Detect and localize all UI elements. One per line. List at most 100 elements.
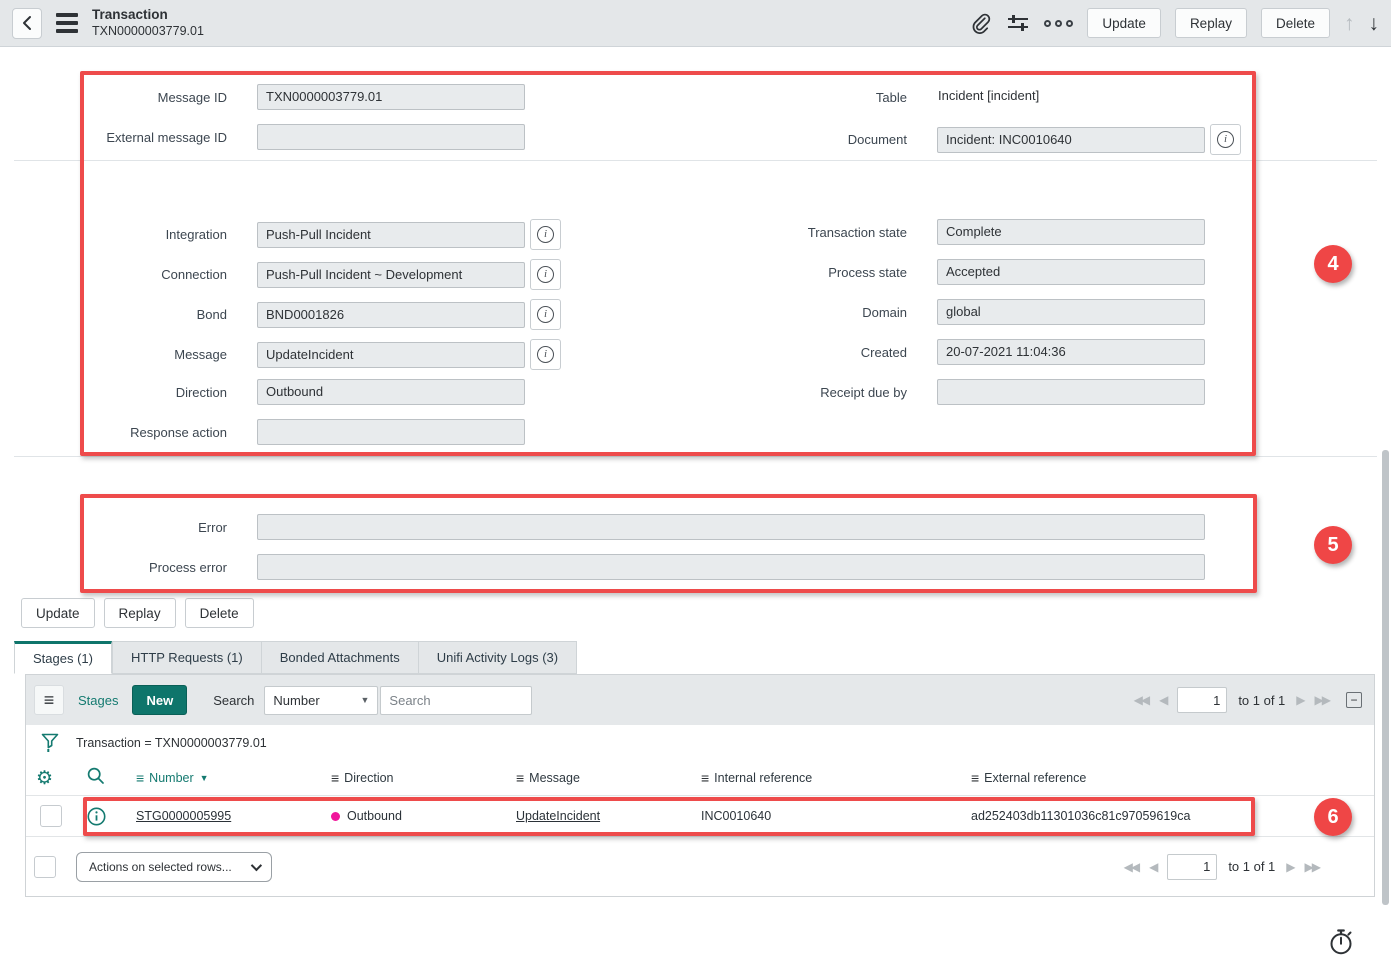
personalize-form-icon[interactable]: [1006, 12, 1030, 34]
list-pagination-top: ◀◀ ◀ to 1 of 1 ▶ ▶▶ −: [1134, 687, 1362, 713]
external-message-id-label: External message ID: [0, 130, 227, 145]
domain-field[interactable]: global: [937, 299, 1205, 325]
bond-info-button[interactable]: i: [530, 299, 561, 330]
connection-field[interactable]: Push-Pull Incident ~ Development: [257, 262, 525, 288]
column-menu-icon: ≡: [136, 770, 144, 786]
field-row-message: Message UpdateIncident i: [0, 339, 561, 370]
list-title[interactable]: Stages: [78, 693, 118, 708]
column-header-number[interactable]: ≡ Number ▼: [130, 770, 325, 786]
column-header-external-reference[interactable]: ≡ External reference: [965, 770, 1374, 786]
annotation-badge-6: 6: [1314, 798, 1352, 836]
column-header-internal-reference[interactable]: ≡ Internal reference: [695, 770, 965, 786]
created-field[interactable]: 20-07-2021 11:04:36: [937, 339, 1205, 365]
transaction-state-field[interactable]: Complete: [937, 219, 1205, 245]
info-icon: i: [537, 306, 554, 323]
next-record-icon[interactable]: ↓: [1369, 13, 1380, 34]
vertical-scrollbar[interactable]: [1382, 450, 1389, 905]
stage-number-link[interactable]: STG0000005995: [136, 809, 231, 823]
field-row-bond: Bond BND0001826 i: [0, 299, 561, 330]
select-all-checkbox[interactable]: [34, 856, 56, 878]
tab-stages[interactable]: Stages (1): [14, 641, 112, 674]
attachment-icon[interactable]: [969, 12, 992, 35]
section-divider: [14, 456, 1377, 457]
field-row-message-id: Message ID TXN0000003779.01: [0, 84, 525, 110]
search-input[interactable]: [380, 686, 532, 715]
first-page-icon[interactable]: ◀◀: [1134, 693, 1148, 707]
message-info-button[interactable]: i: [530, 339, 561, 370]
search-label: Search: [213, 693, 254, 708]
external-message-id-field[interactable]: [257, 124, 525, 150]
stage-message-link[interactable]: UpdateIncident: [516, 809, 600, 823]
created-label: Created: [600, 345, 907, 360]
new-button[interactable]: New: [132, 685, 187, 715]
back-button[interactable]: [12, 8, 42, 39]
process-state-field[interactable]: Accepted: [937, 259, 1205, 285]
page-number-input[interactable]: [1167, 854, 1217, 880]
field-row-integration: Integration Push-Pull Incident i: [0, 219, 561, 250]
process-error-field[interactable]: [257, 554, 1205, 580]
direction-field[interactable]: Outbound: [257, 379, 525, 405]
error-field[interactable]: [257, 514, 1205, 540]
response-time-stopwatch-icon[interactable]: [1326, 926, 1356, 961]
field-row-table: Table Incident [incident]: [600, 84, 1205, 110]
field-row-process-error: Process error: [0, 554, 1205, 580]
field-row-direction: Direction Outbound: [0, 379, 525, 405]
column-header-direction[interactable]: ≡ Direction: [325, 770, 510, 786]
receipt-due-by-label: Receipt due by: [600, 385, 907, 400]
last-page-icon[interactable]: ▶▶: [1305, 860, 1319, 874]
document-field[interactable]: Incident: INC0010640: [937, 127, 1205, 153]
row-info-icon[interactable]: [70, 806, 130, 827]
update-button[interactable]: Update: [1087, 8, 1161, 38]
field-row-error: Error: [0, 514, 1205, 540]
app-header: Transaction TXN0000003779.01 Update: [0, 0, 1391, 47]
pagination-range: to 1 of 1: [1238, 693, 1285, 708]
integration-info-button[interactable]: i: [530, 219, 561, 250]
tab-bonded-attachments[interactable]: Bonded Attachments: [261, 641, 418, 674]
column-search-icon[interactable]: [70, 766, 130, 791]
process-error-label: Process error: [0, 560, 227, 575]
column-menu-icon: ≡: [701, 770, 709, 786]
search-column-select[interactable]: Number ▼: [264, 686, 378, 715]
connection-info-button[interactable]: i: [530, 259, 561, 290]
last-page-icon[interactable]: ▶▶: [1315, 693, 1329, 707]
record-title-block: Transaction TXN0000003779.01: [92, 7, 204, 40]
list-footer: Actions on selected rows... ◀◀ ◀ to 1 of…: [26, 837, 1374, 896]
personalize-list-gear-icon[interactable]: ⚙: [26, 769, 70, 788]
filter-funnel-icon[interactable]: [40, 732, 60, 754]
actions-on-selected-rows-select[interactable]: Actions on selected rows...: [76, 852, 272, 882]
list-menu-button[interactable]: ≡: [34, 685, 64, 715]
context-menu-icon[interactable]: [56, 13, 78, 33]
next-page-icon[interactable]: ▶: [1296, 693, 1303, 707]
delete-button[interactable]: Delete: [185, 598, 254, 628]
response-action-field[interactable]: [257, 419, 525, 445]
search-column-value: Number: [273, 693, 319, 708]
filter-breadcrumb[interactable]: Transaction = TXN0000003779.01: [76, 736, 267, 750]
integration-label: Integration: [0, 227, 227, 242]
previous-page-icon[interactable]: ◀: [1159, 693, 1166, 707]
page-number-input[interactable]: [1177, 687, 1227, 713]
column-header-message[interactable]: ≡ Message: [510, 770, 695, 786]
tab-unifi-activity-logs[interactable]: Unifi Activity Logs (3): [418, 641, 577, 674]
field-row-receipt-due-by: Receipt due by: [600, 379, 1205, 405]
first-page-icon[interactable]: ◀◀: [1124, 860, 1138, 874]
message-field[interactable]: UpdateIncident: [257, 342, 525, 368]
replay-button[interactable]: Replay: [104, 598, 176, 628]
document-info-button[interactable]: i: [1210, 124, 1241, 155]
next-page-icon[interactable]: ▶: [1286, 860, 1293, 874]
bond-field[interactable]: BND0001826: [257, 302, 525, 328]
receipt-due-by-field[interactable]: [937, 379, 1205, 405]
tab-http-requests[interactable]: HTTP Requests (1): [112, 641, 261, 674]
document-label: Document: [600, 132, 907, 147]
replay-button[interactable]: Replay: [1175, 8, 1247, 38]
message-id-field[interactable]: TXN0000003779.01: [257, 84, 525, 110]
delete-button[interactable]: Delete: [1261, 8, 1330, 38]
row-checkbox[interactable]: [40, 805, 62, 827]
record-actions: Update Replay Delete: [21, 598, 254, 628]
previous-record-icon[interactable]: ↑: [1344, 13, 1355, 34]
annotation-badge-4: 4: [1314, 245, 1352, 283]
integration-field[interactable]: Push-Pull Incident: [257, 222, 525, 248]
previous-page-icon[interactable]: ◀: [1149, 860, 1156, 874]
update-button[interactable]: Update: [21, 598, 95, 628]
more-options-icon[interactable]: [1044, 20, 1073, 27]
collapse-list-icon[interactable]: −: [1346, 692, 1362, 708]
